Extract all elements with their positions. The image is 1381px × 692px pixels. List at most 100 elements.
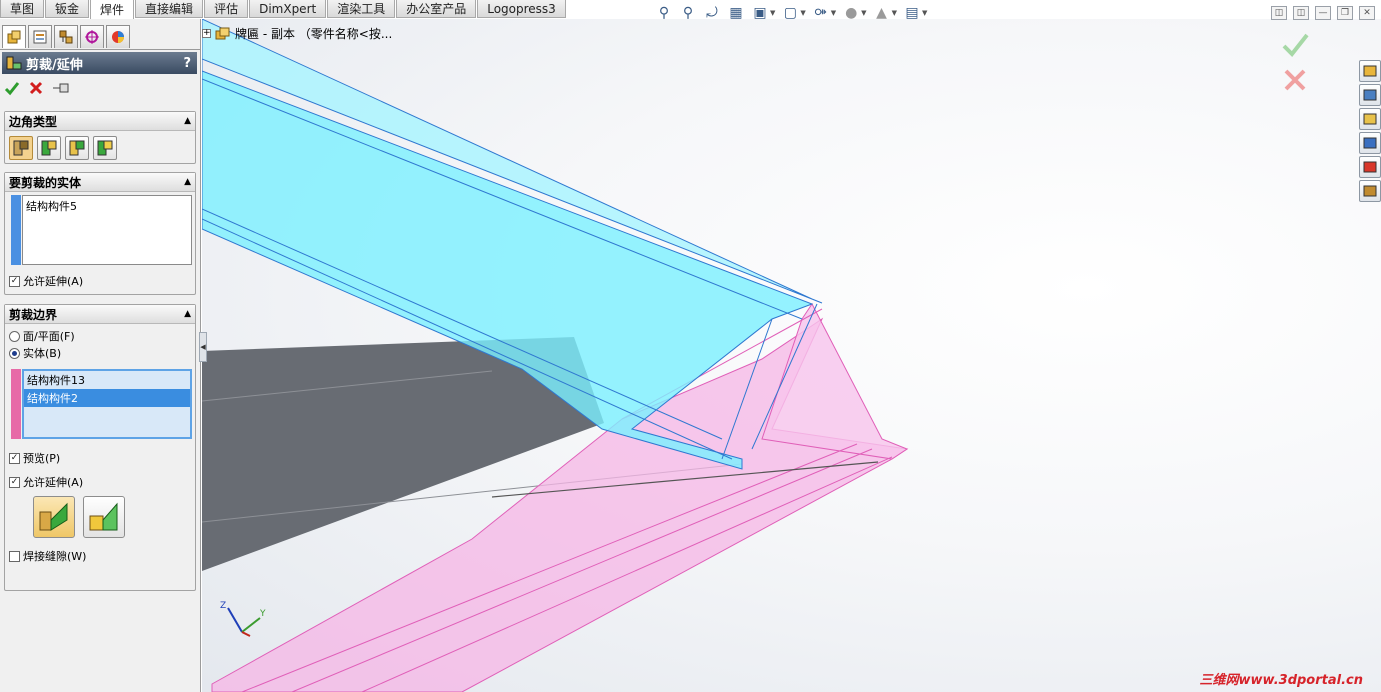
minimize-icon[interactable]: —: [1315, 6, 1331, 20]
display-style-icon[interactable]: ▢: [781, 4, 799, 22]
corner-type-button-3[interactable]: [93, 136, 117, 160]
reference-triad: Z Y: [214, 598, 274, 645]
tab-7[interactable]: 办公室产品: [396, 0, 477, 18]
dropdown-caret-icon[interactable]: ▼: [800, 9, 805, 17]
checkbox-box[interactable]: ✓: [9, 476, 20, 488]
tab-3[interactable]: 直接编辑: [135, 0, 204, 18]
collapse-chevron-icon[interactable]: ▲: [184, 309, 191, 319]
corner-type-options: [5, 131, 195, 160]
panel-splitter-handle[interactable]: ◀: [199, 332, 207, 362]
graphics-area[interactable]: [202, 19, 1381, 692]
feature-tree-root[interactable]: + 牌匾 - 副本 （零件名称<按...: [202, 25, 392, 42]
zoom-area-icon[interactable]: ⚲: [679, 4, 697, 22]
dimxpert-manager-tab[interactable]: [80, 25, 104, 48]
selection-color-swatch: [11, 369, 21, 439]
body-radio[interactable]: 实体(B): [9, 345, 61, 361]
task-pane-design-library[interactable]: [1359, 84, 1381, 106]
previous-view-icon[interactable]: ⤾: [703, 4, 721, 22]
allow-extension-checkbox[interactable]: ✓ 允许延伸(A): [9, 273, 83, 289]
task-pane-tabs: [1359, 60, 1381, 202]
confirm-cancel-icon[interactable]: [1280, 65, 1310, 95]
configuration-manager-tab[interactable]: [54, 25, 78, 48]
corner-type-button-1[interactable]: [37, 136, 61, 160]
radio-button[interactable]: [9, 347, 20, 359]
tab-8[interactable]: Logopress3: [477, 0, 566, 18]
trim-discard-icon: [89, 502, 118, 531]
pushpin-icon[interactable]: [52, 80, 70, 96]
checkbox-box[interactable]: ✓: [9, 275, 20, 287]
expand-icon[interactable]: +: [202, 29, 211, 38]
corner-type-group: 边角类型 ▲: [4, 111, 196, 164]
tab-2[interactable]: 焊件: [90, 0, 135, 19]
corner-type-button-0[interactable]: [9, 136, 33, 160]
weld-gap-checkbox[interactable]: 焊接缝隙(W): [9, 548, 86, 564]
hide-show-icon[interactable]: ⚩: [812, 4, 830, 22]
bodies-to-trim-list[interactable]: 结构构件5: [22, 195, 192, 265]
tab-5[interactable]: DimXpert: [249, 0, 327, 18]
model-view: [202, 19, 909, 692]
ok-check-icon[interactable]: [4, 80, 20, 96]
tile-right-icon[interactable]: ◫: [1293, 6, 1309, 20]
list-item[interactable]: 结构构件5: [23, 196, 191, 216]
close-icon[interactable]: ✕: [1359, 6, 1375, 20]
axis-triad-icon: Z Y: [220, 601, 266, 637]
property-manager-tab[interactable]: [28, 25, 52, 48]
collapse-chevron-icon[interactable]: ▲: [184, 116, 191, 126]
preview-checkbox[interactable]: ✓ 预览(P): [9, 450, 60, 466]
tab-4[interactable]: 评估: [204, 0, 249, 18]
confirmation-corner: [1280, 30, 1310, 98]
checkbox-label: 允许延伸(A): [23, 476, 84, 489]
task-pane-view-palette[interactable]: [1359, 132, 1381, 154]
heads-up-view-toolbar: ⚲ ⚲ ⤾ ▦ ▣ ▼ ▢ ▼ ⚩ ▼ ● ▼ ▲ ▼ ▤ ▼: [655, 4, 927, 22]
keep-trimmed-button[interactable]: [33, 496, 75, 538]
task-pane-custom-properties[interactable]: [1359, 180, 1381, 202]
tile-left-icon[interactable]: ◫: [1271, 6, 1287, 20]
checkbox-box[interactable]: [9, 550, 20, 562]
appearance-icon[interactable]: ●: [842, 4, 860, 22]
task-pane-file-explorer[interactable]: [1359, 108, 1381, 130]
display-manager-tab[interactable]: [106, 25, 130, 48]
restore-icon[interactable]: ❐: [1337, 6, 1353, 20]
tab-1[interactable]: 钣金: [45, 0, 90, 18]
trim-boundary-group: 剪裁边界 ▲ 面/平面(F) 实体(B) 结构构件13 结构构件2 ✓ 预览(P…: [4, 304, 196, 591]
list-item[interactable]: 结构构件13: [24, 371, 190, 389]
dropdown-caret-icon[interactable]: ▼: [770, 9, 775, 17]
design-library-icon: [1363, 89, 1377, 101]
checkbox-box[interactable]: ✓: [9, 452, 20, 464]
end-miter-icon: [41, 140, 57, 156]
tab-6[interactable]: 渲染工具: [327, 0, 396, 18]
zoom-to-fit-icon[interactable]: ⚲: [655, 4, 673, 22]
task-pane-appearances[interactable]: [1359, 156, 1381, 178]
scene-icon[interactable]: ▲: [873, 4, 891, 22]
task-pane-home[interactable]: [1359, 60, 1381, 82]
boundary-member-flange: [761, 303, 909, 460]
view-orientation-icon[interactable]: ▣: [751, 4, 769, 22]
property-manager: 剪裁/延伸 ? 边角类型 ▲ 要剪裁的实体 ▲ 结构构件5 ✓ 允许延伸(A) …: [0, 19, 201, 692]
custom-properties-icon: [1363, 185, 1377, 197]
dropdown-caret-icon[interactable]: ▼: [831, 9, 836, 17]
bodies-to-trim-label: 要剪裁的实体: [9, 175, 82, 190]
section-view-icon[interactable]: ▦: [727, 4, 745, 22]
checkbox-label: 预览(P): [23, 452, 61, 465]
tab-0[interactable]: 草图: [0, 0, 45, 18]
radio-label: 实体(B): [23, 347, 62, 360]
cancel-x-icon[interactable]: [28, 80, 44, 96]
confirm-ok-icon[interactable]: [1280, 30, 1310, 60]
trim-keep-icon: [39, 502, 68, 531]
feature-manager-tab[interactable]: [2, 25, 26, 48]
corner-type-button-2[interactable]: [65, 136, 89, 160]
dropdown-caret-icon[interactable]: ▼: [892, 9, 897, 17]
boundary-allow-extension-checkbox[interactable]: ✓ 允许延伸(A): [9, 474, 83, 490]
trim-boundary-list[interactable]: 结构构件13 结构构件2: [22, 369, 192, 439]
discard-trimmed-button[interactable]: [83, 496, 125, 538]
radio-button[interactable]: [9, 330, 20, 342]
view-settings-icon[interactable]: ▤: [903, 4, 921, 22]
collapse-chevron-icon[interactable]: ▲: [184, 177, 191, 187]
feature-tree-icon: [7, 30, 21, 44]
list-item-selected[interactable]: 结构构件2: [24, 389, 190, 407]
dropdown-caret-icon[interactable]: ▼: [922, 9, 927, 17]
help-button[interactable]: ?: [183, 56, 191, 71]
dropdown-caret-icon[interactable]: ▼: [861, 9, 866, 17]
face-plane-radio[interactable]: 面/平面(F): [9, 328, 75, 344]
watermark-text: 三维网www.3dportal.cn: [1199, 673, 1363, 688]
